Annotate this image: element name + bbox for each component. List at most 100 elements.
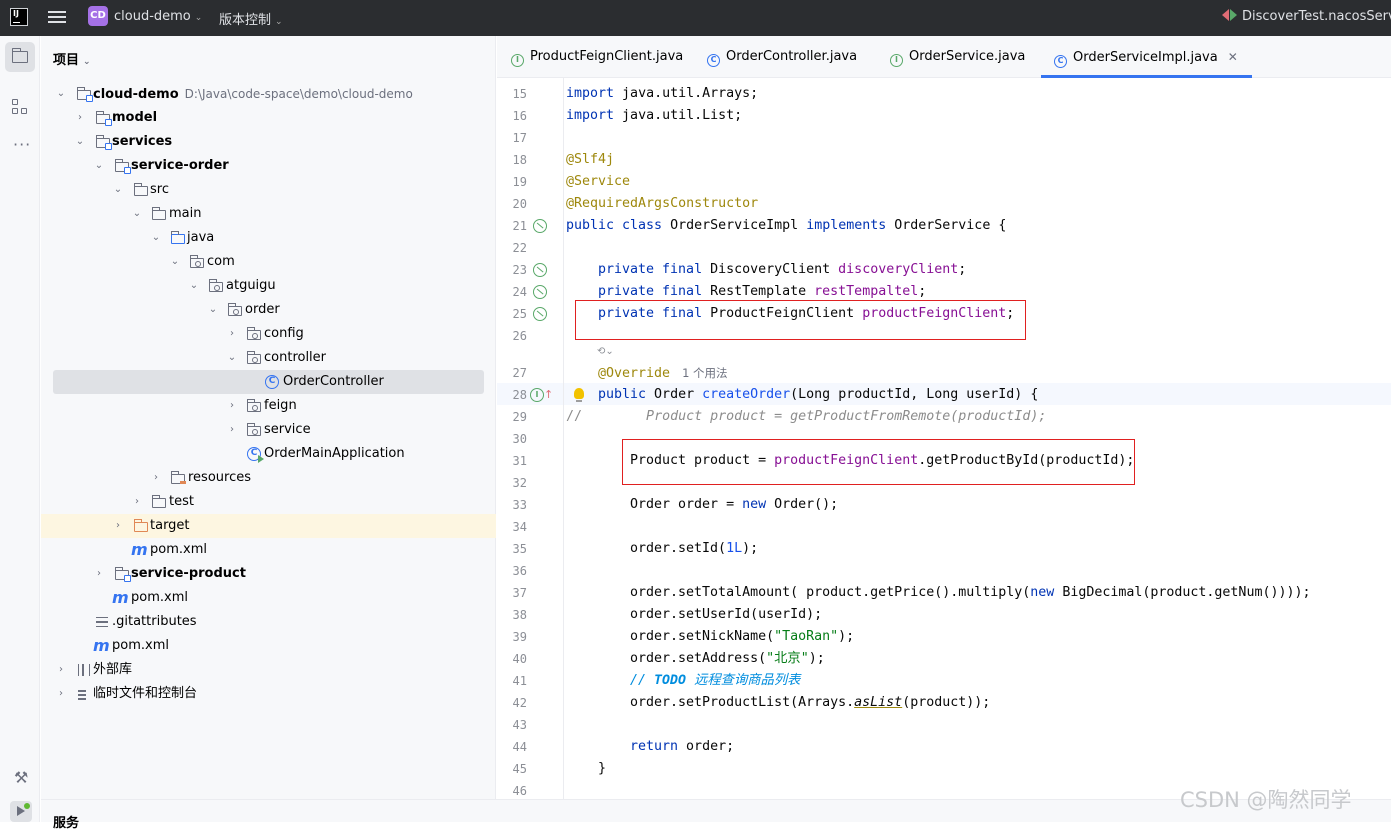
run-config-label: DiscoverTest.nacosServic — [1242, 9, 1391, 24]
logo-text: IJ — [13, 9, 19, 18]
interface-icon: I — [890, 54, 903, 67]
tab-ordercontroller[interactable]: C OrderController.java — [707, 36, 857, 78]
tree-item-pom-root[interactable]: m pom.xml — [41, 634, 496, 658]
text-file-icon — [96, 617, 108, 627]
package-icon — [227, 303, 242, 316]
application-class-icon: C — [247, 447, 264, 463]
tree-item-ordermainapplication[interactable]: C OrderMainApplication — [41, 442, 496, 466]
services-tool-button[interactable] — [10, 801, 32, 822]
expanded-arrow-icon: ⌄ — [151, 232, 161, 243]
up-arrow-icon: ↑ — [544, 388, 554, 401]
tree-item-cloud-demo[interactable]: ⌄ cloud-demo D:\Java\code-space\demo\clou… — [41, 82, 496, 106]
tree-item-controller[interactable]: ⌄ controller — [41, 346, 496, 370]
tree-item-test[interactable]: › test — [41, 490, 496, 514]
tree-item-service-product[interactable]: › service-product — [41, 562, 496, 586]
tree-item-label: 外部库 — [93, 662, 133, 677]
package-icon — [246, 327, 261, 340]
tree-item-feign[interactable]: › feign — [41, 394, 496, 418]
lightbulb-icon[interactable] — [574, 388, 584, 402]
tab-label: OrderService.java — [909, 49, 1026, 64]
maven-icon: m — [93, 636, 110, 655]
tree-item-label: service — [264, 422, 311, 437]
project-badge[interactable]: CD — [88, 6, 108, 26]
implements-gutter-icon[interactable]: I — [530, 388, 544, 402]
spring-bean-gutter-icon[interactable] — [533, 263, 547, 277]
tree-item-resources[interactable]: › resources — [41, 466, 496, 490]
project-path: D:\Java\code-space\demo\cloud-demo — [184, 87, 413, 101]
tree-item-main[interactable]: ⌄ main — [41, 202, 496, 226]
tab-orderservice[interactable]: I OrderService.java — [890, 36, 1025, 78]
ai-hint-icon[interactable]: ⟲⌄ — [597, 346, 614, 357]
tree-item-service-order[interactable]: ⌄ service-order — [41, 154, 496, 178]
usage-hint[interactable]: 1 个用法 — [682, 366, 727, 380]
tree-item-label: pom.xml — [131, 590, 188, 605]
run-config-selector[interactable]: DiscoverTest.nacosServic — [1222, 9, 1391, 24]
library-icon — [78, 664, 90, 676]
spring-bean-gutter-icon[interactable] — [533, 219, 547, 233]
tree-item-scratches[interactable]: › 临时文件和控制台 — [41, 682, 496, 706]
tree-item-label: .gitattributes — [112, 614, 197, 629]
project-tool-button[interactable] — [5, 42, 35, 72]
tab-label: OrderServiceImpl.java — [1073, 50, 1218, 65]
tree-item-label: OrderController — [283, 374, 384, 389]
package-icon — [189, 255, 204, 268]
tree-item-service[interactable]: › service — [41, 418, 496, 442]
code-line: 28 I ↑ public Order createOrder(Long produc… — [497, 384, 1391, 406]
maven-icon: m — [131, 540, 148, 559]
folder-icon — [151, 207, 166, 220]
code-line: 21 public class OrderServiceImpl implemen… — [512, 218, 1007, 233]
vcs-menu[interactable]: 版本控制 ⌄ — [219, 9, 283, 28]
tree-item-target[interactable]: › target — [41, 514, 496, 538]
tree-item-gitattributes[interactable]: .gitattributes — [41, 610, 496, 634]
code-line: 22 — [512, 241, 527, 255]
tree-item-external-libraries[interactable]: › 外部库 — [41, 658, 496, 682]
code-line: 18 @Slf4j — [512, 152, 615, 167]
scratches-icon — [78, 688, 90, 700]
tree-item-src[interactable]: ⌄ src — [41, 178, 496, 202]
excluded-folder-icon — [133, 519, 148, 532]
tree-item-java[interactable]: ⌄ java — [41, 226, 496, 250]
tree-item-services[interactable]: ⌄ services — [41, 130, 496, 154]
collapsed-arrow-icon: › — [230, 328, 234, 339]
tree-item-order[interactable]: ⌄ order — [41, 298, 496, 322]
tree-item-ordercontroller[interactable]: C OrderController — [41, 370, 496, 394]
intellij-logo-icon[interactable]: IJ — [10, 8, 28, 26]
expanded-arrow-icon: ⌄ — [113, 184, 123, 195]
tree-item-pom-order[interactable]: m pom.xml — [41, 538, 496, 562]
collapsed-arrow-icon: › — [59, 688, 63, 699]
tree-item-atguigu[interactable]: ⌄ atguigu — [41, 274, 496, 298]
tree-item-config[interactable]: › config — [41, 322, 496, 346]
tab-orderserviceimpl[interactable]: C OrderServiceImpl.java ✕ — [1041, 36, 1252, 78]
code-line: 20 @RequiredArgsConstructor — [512, 196, 759, 211]
tab-productfeignclient[interactable]: I ProductFeignClient.java — [511, 36, 683, 78]
tree-item-label: OrderMainApplication — [264, 446, 405, 461]
main-menu-icon[interactable] — [48, 9, 66, 25]
project-panel-header[interactable]: 项目 ⌄ — [53, 49, 91, 68]
editor-tabs: I ProductFeignClient.java C OrderControlle… — [497, 36, 1391, 78]
tree-item-label: resources — [188, 470, 252, 485]
tree-item-com[interactable]: ⌄ com — [41, 250, 496, 274]
structure-tool-button[interactable] — [5, 92, 35, 122]
highlight-box-feign-field — [575, 300, 1026, 340]
tree-item-label: target — [150, 518, 190, 533]
code-line: 44 return order; — [512, 739, 735, 754]
tree-item-model[interactable]: › model — [41, 106, 496, 130]
code-line: 40 order.setAddress("北京"); — [512, 651, 825, 666]
collapsed-arrow-icon: › — [135, 496, 139, 507]
expanded-arrow-icon: ⌄ — [189, 280, 199, 291]
project-panel: 项目 ⌄ ⌄ cloud-demo D:\Java\code-space\demo\… — [41, 36, 496, 799]
spring-bean-gutter-icon[interactable] — [533, 307, 547, 321]
package-icon — [246, 351, 261, 364]
tree-item-pom-services[interactable]: m pom.xml — [41, 586, 496, 610]
code-editor[interactable]: 15 import java.util.Arrays; 16 import java… — [497, 78, 1391, 799]
close-tab-icon[interactable]: ✕ — [1228, 50, 1238, 64]
expanded-arrow-icon: ⌄ — [75, 136, 85, 147]
tree-item-label: model — [112, 110, 158, 125]
project-switcher[interactable]: cloud-demo ⌄ — [114, 9, 202, 24]
class-icon: C — [707, 54, 720, 67]
tab-label: OrderController.java — [726, 49, 858, 64]
more-tools-button[interactable]: ··· — [5, 132, 35, 162]
spring-bean-gutter-icon[interactable] — [533, 285, 547, 299]
build-tool-button[interactable]: ⚒ — [5, 762, 35, 792]
collapsed-arrow-icon: › — [116, 520, 120, 531]
